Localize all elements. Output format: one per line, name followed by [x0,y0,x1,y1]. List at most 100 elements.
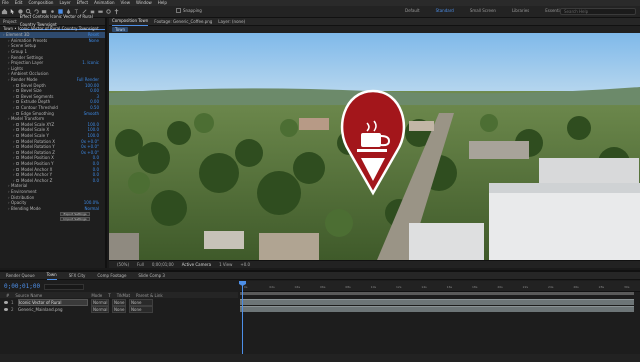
effect-row-value[interactable]: 100.0% [84,200,99,205]
stopwatch-icon[interactable] [16,167,19,171]
timeline-layer-row[interactable]: 2 Generic_Mainland.png Normal None None [0,305,238,313]
column-header-source-name[interactable]: Source Name [15,293,85,298]
stopwatch-icon[interactable] [16,83,19,87]
magnification-dropdown[interactable]: (50%) [117,262,129,267]
tab-footage[interactable]: Footage: Generic_Coffee.png [154,18,212,26]
time-ruler[interactable]: 0s 02s 04s 06s 08s 10s 12s 14s 16s 18s 20s 22s 24s 26… [240,281,640,292]
visibility-eye-icon[interactable] [4,307,8,311]
effect-row-model-rotation-z[interactable]: › Model Rotation Z 0x +0.0° [0,149,105,155]
column-header-mode[interactable]: Mode [91,293,102,298]
effect-row-value[interactable]: 0.0 [93,178,99,183]
view-layout-dropdown[interactable]: 1 View [219,262,232,267]
effect-row-value[interactable]: 0.0 [93,172,99,177]
timeline-tab-render-queue[interactable]: Render Queue [6,272,35,280]
stopwatch-icon[interactable] [16,94,19,98]
stopwatch-icon[interactable] [16,106,19,110]
effect-row-value[interactable]: 0.00 [90,88,99,93]
viewer-timecode[interactable]: 0;00;01;00 [152,262,174,267]
roto-brush-tool-icon[interactable] [105,8,112,15]
effect-row-value[interactable]: 0.0 [93,161,99,166]
layer-mode-dropdown[interactable]: Normal [91,298,109,306]
track-matte-dropdown[interactable]: None [112,298,126,306]
home-icon[interactable] [1,8,8,15]
track-matte-dropdown[interactable]: None [112,305,126,313]
timeline-tab-slide-comp-3[interactable]: Slide Comp 3 [138,272,165,280]
stopwatch-icon[interactable] [16,128,19,132]
timeline-layer-row[interactable]: 1 Iconic Vector of Rural Normal None None [0,298,238,306]
effect-row-value[interactable]: 100.0 [88,127,99,132]
stopwatch-icon[interactable] [16,145,19,149]
resolution-dropdown[interactable]: Full [137,262,144,267]
timeline-tab-sfx-city[interactable]: SFX City [69,272,86,280]
search-help-input[interactable]: Search Help [560,8,636,15]
effect-row-value[interactable]: Full Render [77,77,99,82]
effect-row-value[interactable]: None [89,38,99,43]
work-area-bar[interactable] [240,292,634,295]
camera-view-dropdown[interactable]: Active Camera [182,262,211,267]
layer-source-name[interactable]: Iconic Vector of Rural [18,298,88,306]
stopwatch-icon[interactable] [16,89,19,93]
layer-duration-bar[interactable] [240,306,634,312]
timeline-tab-town[interactable]: Town [46,271,57,280]
column-header-t[interactable]: T [108,293,110,298]
stopwatch-icon[interactable] [16,161,19,165]
effect-row-value[interactable]: 0x +0.0° [81,144,99,149]
layer-mode-dropdown[interactable]: Normal [91,305,109,313]
effect-row-value[interactable]: 0.0 [93,167,99,172]
effect-row-value[interactable]: 0.50 [90,105,99,110]
playhead-line[interactable] [242,281,243,362]
puppet-tool-icon[interactable] [113,8,120,15]
export-settings-button[interactable]: Export Settings [60,212,90,216]
column-header-trkmat[interactable]: TrkMat [117,293,130,298]
layer-source-name[interactable]: Generic_Mainland.png [18,307,88,312]
effect-row-edge-smoothing[interactable]: › Edge Smoothing Smooth [0,110,105,116]
tab-project[interactable]: Project [3,18,17,26]
tab-layer[interactable]: Layer: (none) [218,18,245,26]
tab-composition-town[interactable]: Composition Town [112,17,149,26]
stopwatch-icon[interactable] [16,111,19,115]
timeline-tab-comp-footage[interactable]: Comp Footage [97,272,126,280]
import-settings-button[interactable]: Import Settings [60,217,90,221]
effect-row-value[interactable]: 0.0 [93,155,99,160]
current-time-display[interactable]: 0;00;01;00 [4,283,40,290]
breadcrumb-town[interactable]: Town [112,27,129,32]
effect-row-value[interactable]: 100.0 [88,133,99,138]
effect-row-value[interactable]: 100.00 [85,83,99,88]
effect-row-model-scale-xyz[interactable]: › Model Scale XYZ 100.0 [0,122,105,128]
column-header-index[interactable]: # [6,293,9,298]
effect-row-value[interactable]: 1. Iconic [82,60,99,65]
effect-row-blending-mode[interactable]: › Blending Mode Normal [0,205,105,211]
stopwatch-icon[interactable] [16,150,19,154]
layer-search-input[interactable] [44,284,84,290]
composition-viewer[interactable] [109,33,640,260]
stopwatch-icon[interactable] [16,122,19,126]
effect-row-value[interactable]: 0x +0.0° [81,150,99,155]
exposure-value[interactable]: +0.0 [240,262,250,267]
stopwatch-icon[interactable] [16,178,19,182]
effect-row-contour-threshold[interactable]: › Contour Threshold 0.50 [0,105,105,111]
effect-row-model-rotation-x[interactable]: › Model Rotation X 0x +0.0° [0,138,105,144]
parent-link-dropdown[interactable]: None [129,305,153,313]
effect-row-model-rotation-y[interactable]: › Model Rotation Y 0x +0.0° [0,144,105,150]
effect-row-value[interactable]: Normal [85,206,99,211]
stopwatch-icon[interactable] [16,100,19,104]
visibility-eye-icon[interactable] [4,300,8,304]
stopwatch-icon[interactable] [16,173,19,177]
snapping-checkbox[interactable] [176,8,181,13]
workspace-standard[interactable]: Standard [436,8,454,13]
workspace-small-screen[interactable]: Small Screen [470,8,496,13]
effect-row-value[interactable]: 100.0 [88,122,99,127]
effect-row-value[interactable]: 0.00 [90,99,99,104]
stopwatch-icon[interactable] [16,156,19,160]
effect-row-value[interactable]: Smooth [84,111,99,116]
workspace-libraries[interactable]: Libraries [512,8,529,13]
workspace-default[interactable]: Default [405,8,420,13]
effect-row-value[interactable]: 0x +0.0° [81,139,99,144]
layer-duration-bar[interactable] [240,299,634,305]
parent-link-dropdown[interactable]: None [129,298,153,306]
stopwatch-icon[interactable] [16,139,19,143]
stopwatch-icon[interactable] [16,133,19,137]
selection-tool-icon[interactable] [9,8,16,15]
effect-row-value[interactable]: 3 [96,94,99,99]
column-header-parent-link[interactable]: Parent & Link [136,293,163,298]
